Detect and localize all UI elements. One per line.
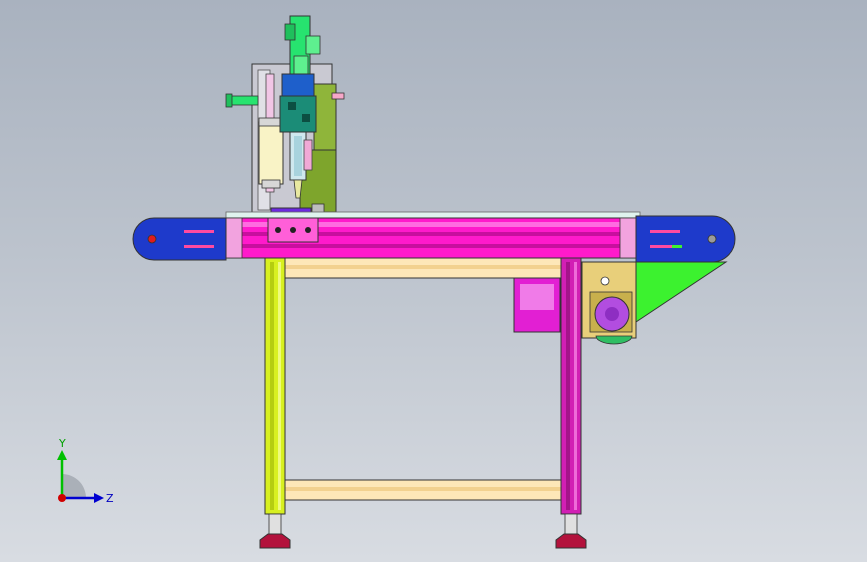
foot-right bbox=[555, 533, 587, 549]
leg-left bbox=[264, 257, 286, 515]
end-cap-left bbox=[132, 217, 227, 261]
conveyor-assembly-model[interactable] bbox=[0, 0, 867, 562]
valve-block bbox=[279, 95, 317, 133]
dispensing-module bbox=[225, 15, 345, 221]
orientation-triad[interactable]: Y Z bbox=[40, 438, 120, 518]
leveling-feet bbox=[259, 513, 587, 549]
y-axis-label: Y bbox=[58, 438, 66, 450]
z-axis-label: Z bbox=[106, 492, 114, 505]
cad-viewport[interactable]: Y Z bbox=[0, 0, 867, 562]
end-cap-right bbox=[635, 215, 736, 263]
motor-support bbox=[635, 261, 728, 323]
belt-surface bbox=[225, 211, 641, 219]
air-fitting bbox=[229, 95, 259, 106]
triad-xz-plane bbox=[62, 474, 86, 498]
z-axis-arrow bbox=[94, 493, 104, 503]
left-cylinder bbox=[258, 121, 284, 185]
blue-block bbox=[281, 73, 315, 97]
leg-right bbox=[560, 257, 582, 515]
x-axis-dot bbox=[58, 494, 66, 502]
y-axis-arrow bbox=[57, 450, 67, 460]
foot-left bbox=[259, 533, 291, 549]
